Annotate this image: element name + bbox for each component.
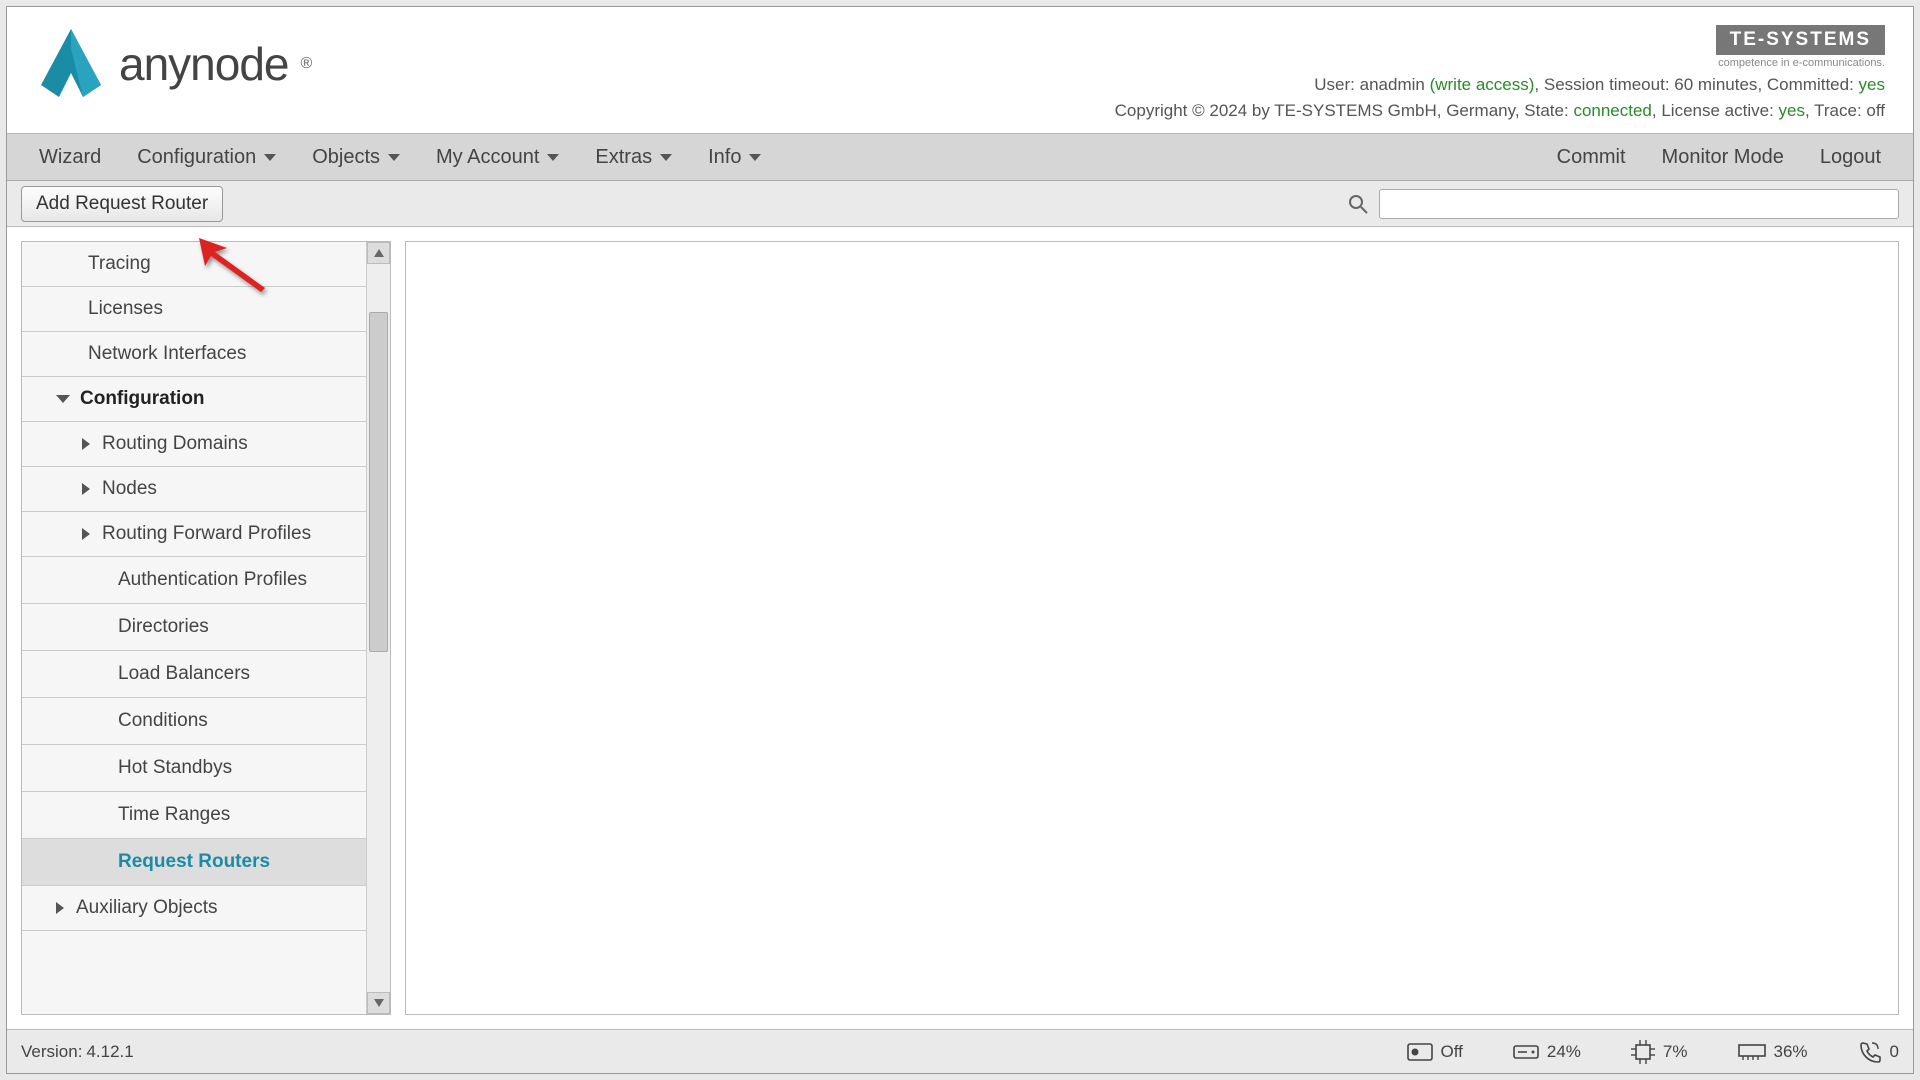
menu-monitor[interactable]: Monitor Mode [1644, 138, 1802, 177]
search-input[interactable] [1379, 189, 1899, 219]
status-calls: 0 [1858, 1040, 1899, 1064]
menu-logout[interactable]: Logout [1802, 138, 1899, 177]
registered-mark: ® [301, 55, 313, 73]
sidebar-item-authentication-profiles[interactable]: Authentication Profiles [22, 557, 366, 604]
chevron-down-icon [547, 154, 559, 161]
chevron-right-icon [56, 902, 64, 914]
sidebar-item-tracing[interactable]: Tracing [22, 242, 366, 287]
anynode-logo-icon [35, 25, 107, 103]
disk-icon [1513, 1043, 1539, 1061]
version-value: 4.12.1 [86, 1042, 133, 1062]
menu-objects[interactable]: Objects [294, 138, 418, 177]
system-status-line: Copyright © 2024 by TE-SYSTEMS GmbH, Ger… [1115, 101, 1885, 121]
sidebar-item-routing-domains[interactable]: Routing Domains [22, 422, 366, 467]
menu-info[interactable]: Info [690, 138, 779, 177]
search-icon [1347, 193, 1369, 215]
sidebar-section-configuration[interactable]: Configuration [22, 377, 366, 422]
sidebar-item-routing-forward-profiles[interactable]: Routing Forward Profiles [22, 512, 366, 557]
cpu-icon [1631, 1040, 1655, 1064]
sidebar-item-request-routers[interactable]: Request Routers [22, 839, 366, 886]
recording-icon [1407, 1043, 1433, 1061]
scroll-thumb[interactable] [369, 312, 388, 652]
sidebar-scrollbar[interactable] [366, 242, 390, 1014]
add-request-router-button[interactable]: Add Request Router [21, 186, 223, 222]
version-label: Version: [21, 1042, 82, 1062]
statusbar: Version: 4.12.1 Off 24% 7% 36% 0 [7, 1029, 1913, 1073]
company-logo: TE-SYSTEMS competence in e-communication… [1115, 25, 1885, 69]
content-panel [405, 241, 1899, 1015]
status-cpu: 7% [1631, 1040, 1688, 1064]
scroll-down-button[interactable] [367, 992, 390, 1014]
sidebar-item-conditions[interactable]: Conditions [22, 698, 366, 745]
chevron-down-icon [749, 154, 761, 161]
status-disk: 24% [1513, 1042, 1581, 1062]
chevron-down-icon [660, 154, 672, 161]
brand-name: anynode [119, 37, 289, 91]
menu-configuration[interactable]: Configuration [119, 138, 294, 177]
sidebar-item-directories[interactable]: Directories [22, 604, 366, 651]
chevron-right-icon [82, 438, 90, 450]
chevron-down-icon [264, 154, 276, 161]
status-memory: 36% [1738, 1042, 1808, 1062]
menu-commit[interactable]: Commit [1539, 138, 1644, 177]
sidebar-item-network-interfaces[interactable]: Network Interfaces [22, 332, 366, 377]
sidebar-item-licenses[interactable]: Licenses [22, 287, 366, 332]
user-status-line: User: anadmin (write access), Session ti… [1115, 75, 1885, 95]
chevron-down-icon [56, 395, 70, 403]
brand-logo: anynode ® [35, 25, 312, 103]
scroll-up-button[interactable] [367, 242, 390, 264]
sidebar-item-auxiliary-objects[interactable]: Auxiliary Objects [22, 886, 366, 931]
menu-wizard[interactable]: Wizard [21, 138, 119, 177]
menu-extras[interactable]: Extras [577, 138, 690, 177]
status-recording: Off [1407, 1042, 1463, 1062]
memory-icon [1738, 1043, 1766, 1061]
menu-myaccount[interactable]: My Account [418, 138, 577, 177]
main-menubar: Wizard Configuration Objects My Account … [7, 133, 1913, 181]
sidebar-item-time-ranges[interactable]: Time Ranges [22, 792, 366, 839]
sidebar-item-nodes[interactable]: Nodes [22, 467, 366, 512]
sidebar-item-load-balancers[interactable]: Load Balancers [22, 651, 366, 698]
sidebar-item-hot-standbys[interactable]: Hot Standbys [22, 745, 366, 792]
chevron-right-icon [82, 483, 90, 495]
sidebar: Tracing Licenses Network Interfaces Conf… [21, 241, 391, 1015]
toolbar: Add Request Router [7, 181, 1913, 227]
chevron-down-icon [388, 154, 400, 161]
phone-icon [1858, 1040, 1882, 1064]
chevron-right-icon [82, 528, 90, 540]
